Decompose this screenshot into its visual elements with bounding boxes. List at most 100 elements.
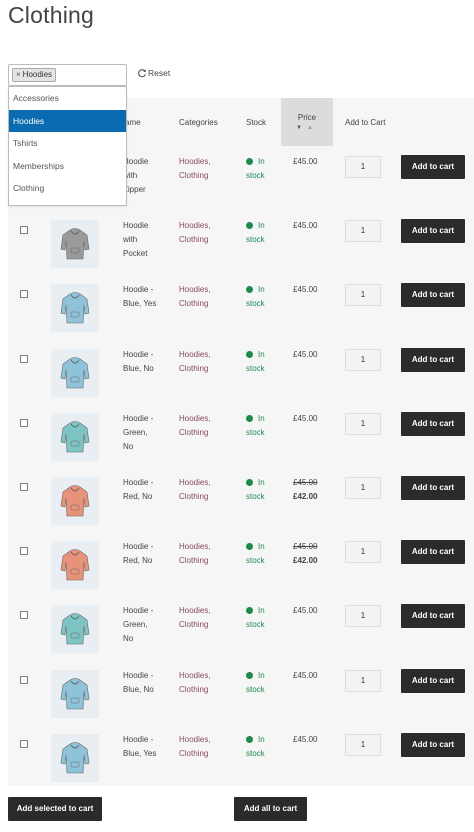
add-to-cart-button[interactable]: Add to cart: [401, 476, 465, 500]
row-select-checkbox[interactable]: [20, 675, 28, 684]
category-link-hoodies[interactable]: Hoodies,: [179, 733, 234, 747]
row-select-checkbox[interactable]: [20, 418, 28, 427]
product-thumbnail[interactable]: [51, 541, 99, 590]
category-link-clothing[interactable]: Clothing: [179, 297, 234, 311]
add-to-cart-button[interactable]: Add to cart: [401, 283, 465, 308]
product-name-line: Hoodie: [123, 221, 149, 231]
product-name-link[interactable]: Hoodie - Green, No: [123, 604, 173, 646]
header-price[interactable]: Price ▼▲: [281, 98, 333, 146]
add-to-cart-button[interactable]: Add to cart: [401, 604, 465, 629]
quantity-input[interactable]: 1: [345, 605, 381, 628]
product-name-link[interactable]: Hoodie with Zipper: [123, 155, 173, 197]
category-link-hoodies[interactable]: Hoodies,: [179, 604, 234, 618]
add-all-to-cart-button[interactable]: Add all to cart: [234, 797, 307, 821]
category-link-clothing[interactable]: Clothing: [179, 683, 234, 697]
product-name-line: Hoodie -: [123, 670, 154, 680]
quantity-input[interactable]: 1: [345, 412, 381, 435]
product-price: £45.00: [293, 285, 318, 295]
selected-chip-hoodies[interactable]: × Hoodies: [12, 68, 57, 82]
category-link-hoodies[interactable]: Hoodies,: [179, 155, 234, 169]
product-thumbnail[interactable]: [51, 284, 99, 333]
product-price: £45.00: [293, 349, 318, 359]
quantity-input[interactable]: 1: [345, 156, 381, 178]
in-stock-dot-icon: [246, 158, 253, 165]
dropdown-option-clothing[interactable]: Clothing: [9, 177, 126, 200]
table-row: Hoodie - Blue, No Hoodies, Clothing In stock £…: [8, 339, 474, 403]
category-link-clothing[interactable]: Clothing: [179, 426, 234, 440]
product-thumbnail[interactable]: [51, 220, 99, 269]
dropdown-option-tshirts[interactable]: Tshirts: [9, 132, 126, 155]
category-link-clothing[interactable]: Clothing: [179, 747, 234, 761]
table-row: Hoodie - Red, No Hoodies, Clothing In stock £4…: [8, 531, 474, 595]
add-to-cart-button[interactable]: Add to cart: [401, 411, 465, 436]
dropdown-option-hoodies[interactable]: Hoodies: [9, 109, 126, 132]
category-link-hoodies[interactable]: Hoodies,: [179, 219, 234, 233]
row-select-checkbox[interactable]: [20, 290, 28, 299]
quantity-input[interactable]: 1: [345, 477, 381, 499]
category-link-clothing[interactable]: Clothing: [179, 233, 234, 247]
category-filter-select[interactable]: × Hoodies: [8, 64, 127, 86]
row-select-checkbox[interactable]: [20, 483, 28, 491]
category-link-clothing[interactable]: Clothing: [179, 554, 234, 568]
reset-button[interactable]: Reset: [137, 68, 170, 78]
product-thumbnail[interactable]: [51, 348, 99, 397]
add-to-cart-button[interactable]: Add to cart: [401, 155, 465, 179]
product-name-line: Blue, No: [123, 684, 154, 694]
add-to-cart-button[interactable]: Add to cart: [401, 347, 465, 372]
category-link-hoodies[interactable]: Hoodies,: [179, 348, 234, 362]
product-price: £45.00: [293, 221, 318, 231]
category-link-hoodies[interactable]: Hoodies,: [179, 540, 234, 554]
product-name-link[interactable]: Hoodie - Blue, Yes: [123, 733, 173, 761]
row-select-checkbox[interactable]: [20, 739, 28, 748]
quantity-input[interactable]: 1: [345, 733, 381, 756]
product-name-link[interactable]: Hoodie - Green, No: [123, 412, 173, 454]
category-link-clothing[interactable]: Clothing: [179, 362, 234, 376]
category-link-clothing[interactable]: Clothing: [179, 169, 234, 183]
product-name-link[interactable]: Hoodie with Pocket: [123, 219, 173, 261]
product-thumbnail[interactable]: [51, 733, 99, 782]
category-link-hoodies[interactable]: Hoodies,: [179, 476, 234, 490]
product-price: £45.00 £42.00: [293, 540, 317, 568]
quantity-input[interactable]: 1: [345, 348, 381, 371]
product-name-link[interactable]: Hoodie - Blue, Yes: [123, 283, 173, 311]
row-select-checkbox[interactable]: [20, 354, 28, 363]
category-link-clothing[interactable]: Clothing: [179, 490, 234, 504]
product-thumbnail[interactable]: [51, 412, 99, 461]
quantity-input[interactable]: 1: [345, 541, 381, 564]
product-thumbnail[interactable]: [51, 605, 99, 654]
add-selected-to-cart-button[interactable]: Add selected to cart: [8, 797, 102, 821]
add-to-cart-button[interactable]: Add to cart: [401, 668, 465, 693]
add-to-cart-button[interactable]: Add to cart: [401, 219, 465, 244]
category-link-hoodies[interactable]: Hoodies,: [179, 412, 234, 426]
product-thumbnail[interactable]: [51, 669, 99, 718]
stock-label-2: stock: [246, 748, 265, 758]
row-select-checkbox[interactable]: [20, 547, 28, 556]
product-name-link[interactable]: Hoodie - Blue, No: [123, 669, 173, 697]
category-dropdown-list: Accessories Hoodies Tshirts Memberships …: [8, 86, 127, 206]
quantity-input[interactable]: 1: [345, 220, 381, 243]
product-name-line: Red, No: [123, 556, 153, 566]
regular-price: £45.00: [293, 542, 318, 552]
chip-remove-icon[interactable]: ×: [16, 70, 21, 79]
stock-status: In stock: [246, 219, 284, 247]
dropdown-option-accessories[interactable]: Accessories: [9, 87, 126, 110]
row-select-checkbox[interactable]: [20, 611, 28, 620]
product-name-line: with: [123, 171, 138, 180]
row-select-checkbox[interactable]: [20, 226, 28, 235]
regular-price: £45.00: [293, 478, 318, 487]
dropdown-option-memberships[interactable]: Memberships: [9, 155, 126, 178]
quantity-input[interactable]: 1: [345, 669, 381, 692]
product-name-link[interactable]: Hoodie - Red, No: [123, 476, 173, 504]
category-link-clothing[interactable]: Clothing: [179, 618, 234, 632]
header-name[interactable]: ame: [125, 98, 141, 146]
quantity-input[interactable]: 1: [345, 284, 381, 307]
category-link-hoodies[interactable]: Hoodies,: [179, 283, 234, 297]
product-thumbnail[interactable]: [51, 477, 99, 525]
product-name-line: Hoodie -: [123, 606, 154, 616]
product-name-link[interactable]: Hoodie - Blue, No: [123, 348, 173, 376]
category-link-hoodies[interactable]: Hoodies,: [179, 669, 234, 683]
product-price: £45.00 £42.00: [293, 476, 317, 504]
add-to-cart-button[interactable]: Add to cart: [401, 732, 465, 757]
add-to-cart-button[interactable]: Add to cart: [401, 540, 465, 565]
product-name-link[interactable]: Hoodie - Red, No: [123, 540, 173, 568]
